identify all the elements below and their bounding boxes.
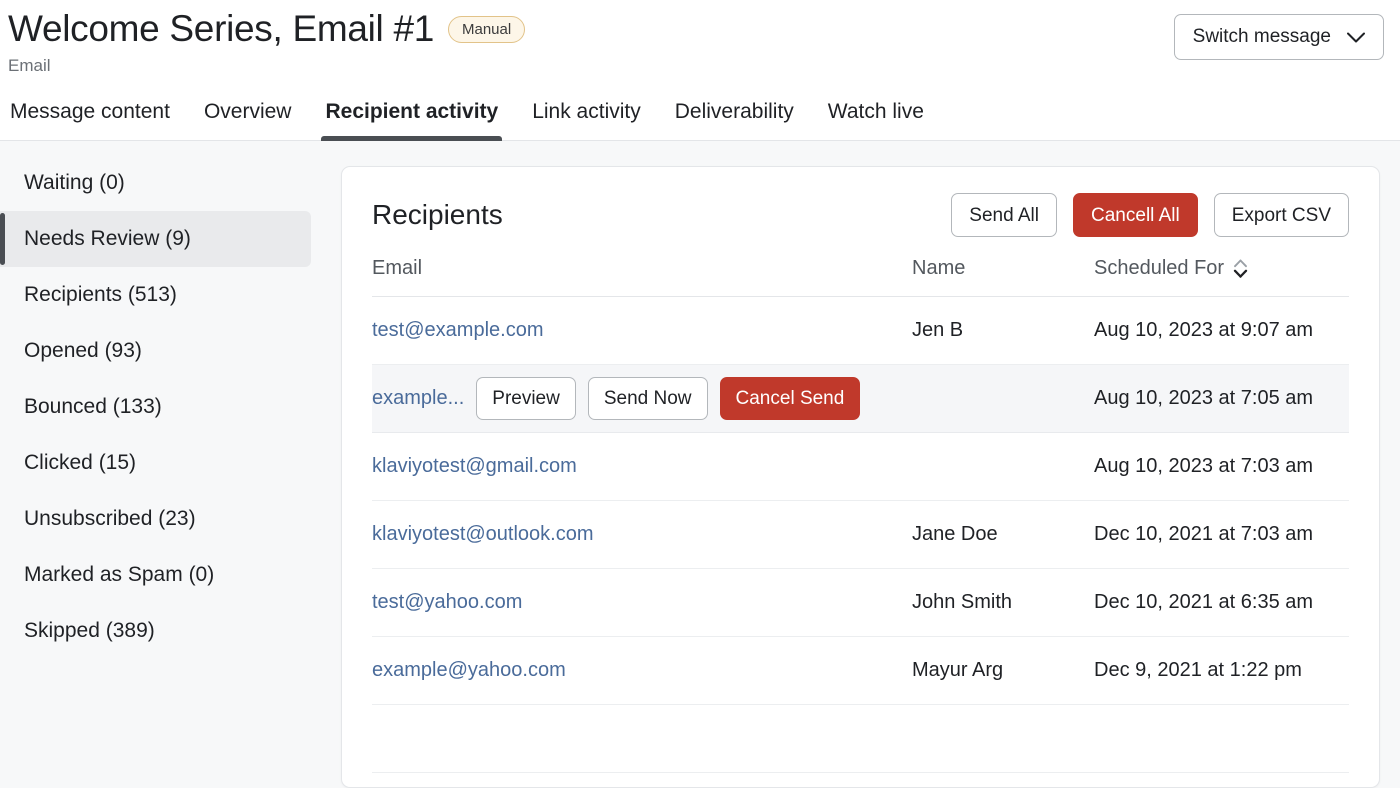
cell-scheduled-for	[1094, 705, 1349, 773]
tab-recipient-activity[interactable]: Recipient activity	[323, 94, 500, 140]
email-link[interactable]: klaviyotest@gmail.com	[372, 455, 577, 477]
table-row[interactable]: test@yahoo.com John Smith Dec 10, 2021 a…	[372, 569, 1349, 637]
sort-updown-icon	[1233, 259, 1248, 278]
cell-name	[912, 365, 1094, 433]
export-csv-button[interactable]: Export CSV	[1214, 193, 1349, 237]
cell-scheduled-for: Dec 10, 2021 at 6:35 am	[1094, 569, 1349, 637]
cancel-all-button[interactable]: Cancell All	[1073, 193, 1198, 237]
send-now-button[interactable]: Send Now	[588, 377, 708, 420]
cell-scheduled-for: Aug 10, 2023 at 9:07 am	[1094, 297, 1349, 365]
table-head: Email Name Scheduled For	[372, 257, 1349, 297]
tab-message-content[interactable]: Message content	[8, 94, 172, 140]
preview-button[interactable]: Preview	[476, 377, 576, 420]
tab-overview[interactable]: Overview	[202, 94, 294, 140]
tab-watch-live[interactable]: Watch live	[826, 94, 926, 140]
send-all-button[interactable]: Send All	[951, 193, 1057, 237]
cell-email: example... Preview Send Now Cancel Send	[372, 365, 912, 433]
table-row[interactable]: example... Preview Send Now Cancel Send …	[372, 365, 1349, 433]
cell-email: klaviyotest@outlook.com	[372, 501, 912, 569]
sidebar-item-waiting[interactable]: Waiting (0)	[0, 155, 311, 211]
cell-scheduled-for: Aug 10, 2023 at 7:03 am	[1094, 433, 1349, 501]
table-row[interactable]: klaviyotest@gmail.com Aug 10, 2023 at 7:…	[372, 433, 1349, 501]
cell-email: test@yahoo.com	[372, 569, 912, 637]
row-action-group: Preview Send Now Cancel Send	[476, 377, 860, 420]
cell-scheduled-for: Aug 10, 2023 at 7:05 am	[1094, 365, 1349, 433]
activity-sidebar: Waiting (0) Needs Review (9) Recipients …	[0, 141, 311, 788]
switch-message-button[interactable]: Switch message	[1174, 14, 1384, 60]
cell-email	[372, 705, 912, 773]
column-header-name[interactable]: Name	[912, 257, 1094, 297]
recipients-table: Email Name Scheduled For	[372, 257, 1349, 773]
recipients-card: Recipients Send All Cancell All Export C…	[341, 166, 1380, 788]
table-body: test@example.com Jen B Aug 10, 2023 at 9…	[372, 297, 1349, 773]
email-link[interactable]: example...	[372, 387, 464, 410]
cell-name: Jen B	[912, 297, 1094, 365]
page-header: Welcome Series, Email #1 Manual Email Sw…	[0, 0, 1400, 78]
sidebar-item-bounced[interactable]: Bounced (133)	[0, 379, 311, 435]
sidebar-item-marked-as-spam[interactable]: Marked as Spam (0)	[0, 547, 311, 603]
email-link[interactable]: test@yahoo.com	[372, 591, 522, 613]
email-link[interactable]: example@yahoo.com	[372, 659, 566, 681]
page-body: Waiting (0) Needs Review (9) Recipients …	[0, 141, 1400, 788]
sidebar-item-unsubscribed[interactable]: Unsubscribed (23)	[0, 491, 311, 547]
chevron-down-icon	[1347, 32, 1365, 43]
sidebar-item-skipped[interactable]: Skipped (389)	[0, 603, 311, 659]
cell-scheduled-for: Dec 10, 2021 at 7:03 am	[1094, 501, 1349, 569]
content-area: Recipients Send All Cancell All Export C…	[311, 141, 1400, 788]
page-title: Welcome Series, Email #1	[8, 6, 434, 52]
cell-name: Mayur Arg	[912, 637, 1094, 705]
sidebar-item-opened[interactable]: Opened (93)	[0, 323, 311, 379]
cell-email: test@example.com	[372, 297, 912, 365]
cell-name: John Smith	[912, 569, 1094, 637]
recipients-title: Recipients	[372, 198, 503, 232]
sidebar-item-needs-review[interactable]: Needs Review (9)	[0, 211, 311, 267]
table-row[interactable]: example@yahoo.com Mayur Arg Dec 9, 2021 …	[372, 637, 1349, 705]
app-root: Welcome Series, Email #1 Manual Email Sw…	[0, 0, 1400, 788]
tab-deliverability[interactable]: Deliverability	[673, 94, 796, 140]
column-header-scheduled-for[interactable]: Scheduled For	[1094, 257, 1349, 297]
table-header-row: Email Name Scheduled For	[372, 257, 1349, 297]
table-row[interactable]	[372, 705, 1349, 773]
cell-name	[912, 433, 1094, 501]
sidebar-item-clicked[interactable]: Clicked (15)	[0, 435, 311, 491]
cell-name	[912, 705, 1094, 773]
recipients-actions: Send All Cancell All Export CSV	[951, 193, 1349, 237]
switch-message-label: Switch message	[1193, 26, 1331, 48]
table-row[interactable]: klaviyotest@outlook.com Jane Doe Dec 10,…	[372, 501, 1349, 569]
table-row[interactable]: test@example.com Jen B Aug 10, 2023 at 9…	[372, 297, 1349, 365]
sidebar-item-recipients[interactable]: Recipients (513)	[0, 267, 311, 323]
status-badge: Manual	[448, 16, 525, 43]
column-header-scheduled-for-label: Scheduled For	[1094, 257, 1224, 280]
email-link[interactable]: klaviyotest@outlook.com	[372, 523, 594, 545]
recipients-card-header: Recipients Send All Cancell All Export C…	[372, 167, 1349, 257]
tab-bar: Message content Overview Recipient activ…	[0, 94, 1400, 141]
cell-scheduled-for: Dec 9, 2021 at 1:22 pm	[1094, 637, 1349, 705]
cancel-send-button[interactable]: Cancel Send	[720, 377, 861, 420]
email-link[interactable]: test@example.com	[372, 319, 543, 341]
cell-email: klaviyotest@gmail.com	[372, 433, 912, 501]
cell-email: example@yahoo.com	[372, 637, 912, 705]
cell-name: Jane Doe	[912, 501, 1094, 569]
column-header-email[interactable]: Email	[372, 257, 912, 297]
tab-link-activity[interactable]: Link activity	[530, 94, 643, 140]
